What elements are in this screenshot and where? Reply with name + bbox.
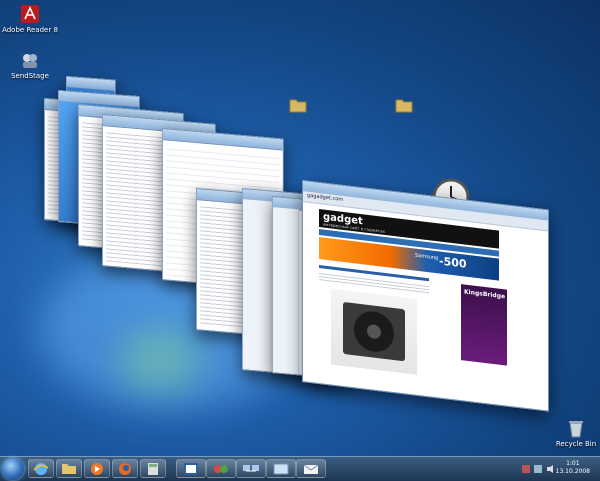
taskbar: 1:01 13.10.2008	[0, 456, 600, 481]
desktop-icon-sendstage[interactable]: SendStage	[0, 50, 60, 81]
start-button[interactable]	[2, 458, 24, 480]
clock-date: 13.10.2008	[555, 468, 590, 475]
word-icon	[184, 463, 198, 475]
wallpaper-leaf	[120, 330, 200, 390]
paint-icon	[214, 465, 228, 473]
mail-icon	[303, 464, 319, 474]
windows-explorer-icon	[273, 463, 289, 475]
clock-time: 1:01	[566, 460, 580, 467]
taskbar-button[interactable]	[176, 459, 206, 478]
side-ad[interactable]: KingsBridge	[461, 284, 507, 366]
media-player-icon	[91, 463, 103, 475]
recycle-bin-icon	[569, 421, 583, 438]
taskbar-button[interactable]	[112, 459, 138, 478]
system-tray[interactable]	[520, 463, 560, 475]
desktop-icon-label: Recycle Bin	[555, 440, 597, 448]
side-ad-title: KingsBridge	[464, 288, 506, 301]
network-icon	[243, 465, 259, 472]
taskbar-button[interactable]	[84, 459, 110, 478]
folder-icon	[289, 99, 307, 113]
banner-price: -500	[439, 254, 467, 271]
tray-volume-icon	[547, 465, 553, 473]
taskbar-button[interactable]	[140, 459, 166, 478]
taskbar-button[interactable]	[236, 459, 266, 478]
explorer-folder-icon	[62, 464, 76, 474]
taskbar-button[interactable]	[56, 459, 82, 478]
firefox-icon	[119, 463, 131, 475]
calculator-icon	[148, 463, 158, 475]
desktop-icon-folder[interactable]	[374, 96, 434, 116]
tray-flag-icon	[522, 465, 530, 473]
article-image	[331, 288, 417, 375]
sendstage-icon	[23, 54, 37, 68]
desktop-icon-label: SendStage	[11, 72, 49, 80]
taskbar-button[interactable]	[266, 459, 296, 478]
tray-network-icon	[534, 465, 542, 473]
taskbar-button[interactable]	[28, 459, 54, 478]
ie-icon	[33, 463, 49, 475]
desktop-icon-label: Adobe Reader 8	[2, 26, 58, 34]
desktop-icon-recycle-bin[interactable]: Recycle Bin	[546, 418, 600, 449]
taskbar-button[interactable]	[296, 459, 326, 478]
cooler-icon	[343, 302, 405, 362]
adobe-reader-icon	[21, 5, 39, 23]
taskbar-button[interactable]	[206, 459, 236, 478]
desktop-icon-adobe-reader[interactable]: Adobe Reader 8	[0, 4, 60, 35]
banner-brand: Samsung	[415, 252, 439, 262]
folder-icon	[395, 99, 413, 113]
flip3d-browser-window[interactable]: gagadget.com gadget интересный сайт о га…	[302, 180, 549, 412]
desktop-icon-folder[interactable]	[268, 96, 328, 116]
taskbar-clock[interactable]: 1:01 13.10.2008	[556, 460, 590, 476]
desktop: Adobe Reader 8 SendStage Recycle Bin gag…	[0, 0, 600, 480]
